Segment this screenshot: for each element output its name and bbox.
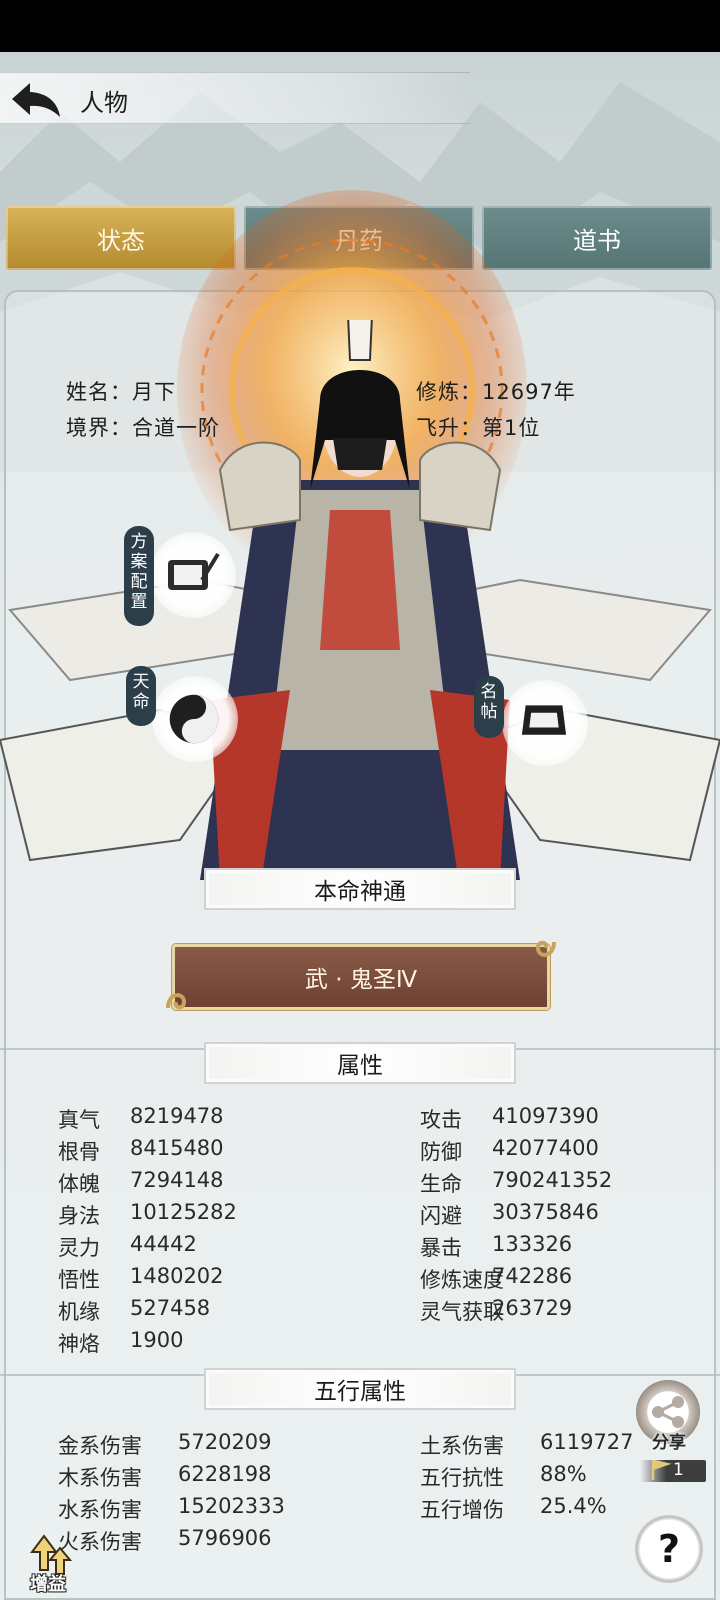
share-label: 分享 [652,1433,686,1453]
share-count: 1 [673,1460,684,1480]
stat-value: 263729 [492,1296,573,1320]
stat-row: 真气 8219478 [58,1104,224,1134]
stat-row: 机缘 527458 [58,1296,210,1326]
stat-value: 8415480 [130,1136,224,1160]
stat-label: 机缘 [58,1300,100,1324]
skill-section-header: 本命神通 [204,868,516,910]
stat-row: 水系伤害 15202333 [58,1494,285,1524]
five-elements-section-header: 五行属性 [204,1368,516,1410]
name-card-label: 名帖 [474,676,504,738]
stat-row: 灵气获取 263729 [420,1296,572,1326]
plan-config-label: 方案配置 [124,526,154,626]
stat-label: 悟性 [58,1268,100,1292]
stat-row: 木系伤害 6228198 [58,1462,272,1492]
fate-button[interactable]: 天命 [126,666,246,766]
stat-value: 41097390 [492,1104,599,1128]
cloud-ornament-icon [535,940,556,957]
stat-row: 土系伤害 6119727 [420,1430,634,1460]
flag-icon [651,1459,672,1480]
stat-value: 30375846 [492,1200,599,1224]
status-bar [0,0,720,52]
stat-value: 6119727 [540,1430,634,1454]
back-arrow-icon[interactable] [8,79,64,119]
stat-value: 88% [540,1462,587,1486]
stat-value: 44442 [130,1232,197,1256]
stat-row: 灵力 44442 [58,1232,197,1262]
stat-row: 五行增伤 25.4% [420,1494,607,1524]
stat-label: 五行抗性 [420,1466,504,1490]
cultivation-years: 修炼：12697年 [416,380,576,404]
stat-label: 五行增伤 [420,1498,504,1522]
plan-config-button[interactable]: 方案配置 [120,526,250,626]
stat-value: 5720209 [178,1430,272,1454]
character-realm: 境界：合道一阶 [66,416,220,440]
stat-label: 水系伤害 [58,1498,142,1522]
stat-row: 身法 10125282 [58,1200,237,1230]
stat-value: 25.4% [540,1494,607,1518]
stat-row: 防御 42077400 [420,1136,599,1166]
name-card-button[interactable]: 名帖 [474,676,594,776]
stat-value: 790241352 [492,1168,613,1192]
innate-skill-button[interactable]: 武 · 鬼圣Ⅳ [172,944,550,1010]
stat-row: 悟性 1480202 [58,1264,224,1294]
stat-label: 暴击 [420,1236,462,1260]
stat-value: 6228198 [178,1462,272,1486]
stat-value: 1480202 [130,1264,224,1288]
stat-row: 暴击 133326 [420,1232,572,1262]
stat-label: 金系伤害 [58,1434,142,1458]
fate-label: 天命 [126,666,156,726]
stat-label: 生命 [420,1172,462,1196]
stat-row: 攻击 41097390 [420,1104,599,1134]
stat-value: 7294148 [130,1168,224,1192]
stat-label: 木系伤害 [58,1466,142,1490]
stat-label: 闪避 [420,1204,462,1228]
stat-label: 防御 [420,1140,462,1164]
ascension-rank: 飞升：第1位 [416,416,541,440]
attributes-section-header: 属性 [204,1042,516,1084]
stat-row: 五行抗性 88% [420,1462,587,1492]
stat-label: 根骨 [58,1140,100,1164]
yin-yang-icon [169,694,219,744]
page-title: 人物 [80,89,128,117]
stat-value: 527458 [130,1296,211,1320]
stat-label: 体魄 [58,1172,100,1196]
stat-value: 42077400 [492,1136,599,1160]
innate-skill-name: 武 · 鬼圣Ⅳ [304,967,418,993]
stat-value: 133326 [492,1232,573,1256]
stat-value: 5796906 [178,1526,272,1550]
cloud-ornament-icon [166,993,187,1010]
stat-label: 真气 [58,1108,100,1132]
name-card-icon [521,705,567,735]
stat-value: 742286 [492,1264,573,1288]
stat-label: 神烙 [58,1332,100,1356]
stat-row: 神烙 1900 [58,1328,183,1358]
character-name: 姓名：月下 [66,380,176,404]
stat-value: 1900 [130,1328,184,1352]
stat-label: 土系伤害 [420,1434,504,1458]
stat-label: 身法 [58,1204,100,1228]
stat-value: 8219478 [130,1104,224,1128]
stat-value: 10125282 [130,1200,237,1224]
stat-value: 15202333 [178,1494,285,1518]
stat-label: 攻击 [420,1108,462,1132]
stat-row: 闪避 30375846 [420,1200,599,1230]
stat-row: 体魄 7294148 [58,1168,224,1198]
top-header: 人物 [0,72,470,124]
help-button[interactable]: ? [634,1514,704,1584]
stat-row: 修炼速度 742286 [420,1264,572,1294]
stat-label: 灵力 [58,1236,100,1260]
scroll-brush-icon [168,552,220,590]
stat-row: 生命 790241352 [420,1168,612,1198]
stat-row: 根骨 8415480 [58,1136,224,1166]
boost-label: 增益 [30,1574,66,1595]
stat-row: 金系伤害 5720209 [58,1430,272,1460]
